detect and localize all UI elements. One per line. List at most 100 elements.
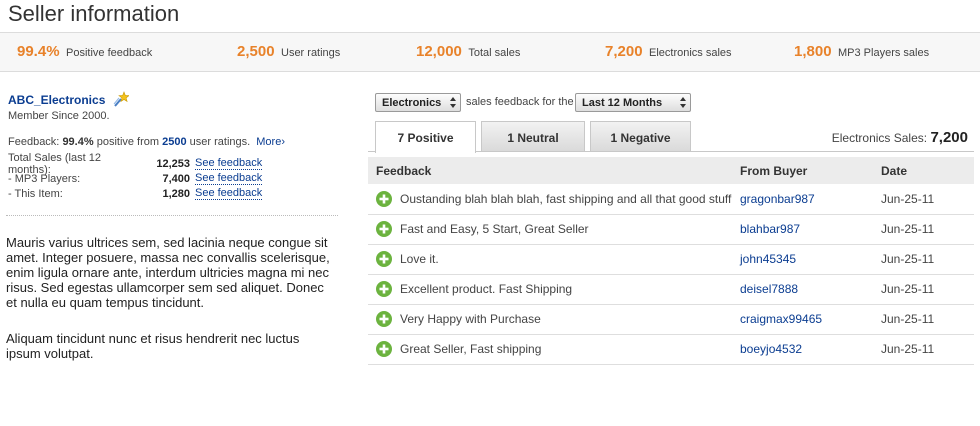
feedback-cell: Great Seller, Fast shipping — [368, 334, 740, 365]
sales-label: - MP3 Players: — [8, 172, 81, 185]
electronics-sales-label: Electronics Sales: — [831, 131, 928, 145]
feedback-text: Great Seller, Fast shipping — [400, 342, 542, 356]
buyer-cell: craigmax99465 — [740, 304, 881, 335]
feedback-cell: Love it. — [368, 244, 740, 275]
plus-circle-icon — [376, 311, 392, 327]
see-feedback-link[interactable]: See feedback — [195, 187, 263, 200]
description-paragraph: Aliquam tincidunt nunc et risus hendreri… — [6, 331, 300, 361]
select-arrows-icon — [680, 97, 686, 109]
plus-circle-icon — [376, 190, 392, 207]
section-divider — [6, 215, 338, 216]
period-select[interactable]: Last 12 Months — [575, 93, 691, 112]
table-row: Love it. john45345 Jun-25-11 — [368, 244, 974, 275]
buyer-cell: blahbar987 — [740, 214, 881, 245]
plus-circle-icon — [376, 221, 392, 237]
buyer-link[interactable]: gragonbar987 — [740, 192, 815, 206]
feedback-text: Excellent product. Fast Shipping — [400, 282, 573, 296]
date-cell: Jun-25-11 — [881, 304, 974, 335]
table-row: Excellent product. Fast Shipping deisel78… — [368, 274, 974, 305]
stat-value: 12,000 — [416, 43, 462, 60]
stat-label: MP3 Players sales — [838, 47, 930, 59]
seller-header: ABC_Electronics — [8, 91, 338, 109]
page-title: Seller information — [8, 1, 180, 26]
sales-breakdown: Total Sales (last 12 months): 12,253 See… — [8, 152, 338, 201]
electronics-sales-summary: Electronics Sales: 7,200 — [832, 129, 968, 146]
sales-value: 7,400 — [162, 172, 190, 185]
table-row: Great Seller, Fast shipping boeyjo4532 Jun… — [368, 334, 974, 365]
column-header-feedback: Feedback — [368, 157, 740, 184]
feedback-table: Feedback From Buyer Date Oustanding blah… — [368, 157, 974, 365]
tab-positive[interactable]: 7 Positive — [375, 121, 476, 153]
feedback-prefix: Feedback: — [8, 136, 60, 148]
feedback-text: Very Happy with Purchase — [400, 312, 541, 326]
buyer-link[interactable]: boeyjo4532 — [740, 342, 802, 356]
select-arrows-icon — [450, 97, 456, 109]
stat-label: Positive feedback — [66, 47, 153, 59]
feedback-text: Oustanding blah blah blah, fast shipping… — [400, 191, 732, 206]
table-row: Fast and Easy, 5 Start, Great Seller blah… — [368, 214, 974, 245]
seller-summary: ABC_Electronics Member Since 2000. Feedb… — [8, 91, 338, 201]
plus-circle-icon — [376, 341, 392, 357]
buyer-link[interactable]: john45345 — [740, 252, 796, 266]
feedback-text: Love it. — [400, 252, 439, 266]
period-select-value: Last 12 Months — [582, 97, 663, 109]
member-since: Member Since 2000. — [8, 110, 110, 122]
see-feedback-link[interactable]: See feedback — [195, 157, 263, 170]
sales-row: Total Sales (last 12 months): 12,253 See… — [8, 152, 338, 176]
buyer-cell: boeyjo4532 — [740, 334, 881, 365]
feedback-suffix: user ratings. — [189, 136, 251, 148]
buyer-link[interactable]: blahbar987 — [740, 222, 800, 236]
tab-negative[interactable]: 1 Negative — [590, 121, 691, 152]
sales-value: 12,253 — [156, 157, 190, 170]
stats-bar: 99.4% Positive feedback 2,500 User ratin… — [0, 32, 980, 72]
stat-value: 1,800 — [794, 43, 832, 60]
sales-label: - This Item: — [8, 187, 63, 200]
table-row: Very Happy with Purchase craigmax99465 Jun… — [368, 304, 974, 335]
see-feedback-link[interactable]: See feedback — [195, 172, 263, 185]
stat-electronics-sales: 7,200 Electronics sales — [605, 43, 732, 61]
stat-value: 7,200 — [605, 43, 643, 60]
date-cell: Jun-25-11 — [881, 214, 974, 245]
table-header-row: Feedback From Buyer Date — [368, 157, 974, 184]
description-paragraph: Mauris varius ultrices sem, sed lacinia … — [6, 235, 330, 310]
stat-positive-feedback: 99.4% Positive feedback — [17, 43, 152, 61]
seller-name-link[interactable]: ABC_Electronics — [8, 93, 105, 107]
stat-mp3-sales: 1,800 MP3 Players sales — [794, 43, 929, 61]
sales-row: - This Item: 1,280 See feedback — [8, 186, 338, 201]
stat-label: Electronics sales — [649, 47, 732, 59]
category-select[interactable]: Electronics — [375, 93, 461, 112]
column-header-date: Date — [881, 157, 974, 184]
shooting-star-icon — [113, 91, 130, 107]
stat-value: 2,500 — [237, 43, 275, 60]
buyer-cell: deisel7888 — [740, 274, 881, 305]
feedback-summary: Feedback: 99.4% positive from 2500 user … — [8, 136, 338, 148]
date-cell: Jun-25-11 — [881, 184, 974, 215]
feedback-mid: positive from — [96, 136, 160, 148]
plus-circle-icon — [376, 281, 392, 297]
feedback-cell: Oustanding blah blah blah, fast shipping… — [368, 184, 740, 215]
plus-circle-icon — [376, 251, 392, 267]
date-cell: Jun-25-11 — [881, 334, 974, 365]
buyer-cell: gragonbar987 — [740, 184, 881, 215]
more-label: More — [256, 136, 282, 148]
electronics-sales-value: 7,200 — [930, 129, 968, 146]
buyer-cell: john45345 — [740, 244, 881, 275]
feedback-text: Fast and Easy, 5 Start, Great Seller — [400, 222, 589, 236]
column-header-buyer: From Buyer — [740, 157, 881, 184]
more-link[interactable]: More› — [256, 136, 285, 148]
stat-label: User ratings — [281, 47, 341, 59]
date-cell: Jun-25-11 — [881, 274, 974, 305]
table-row: Oustanding blah blah blah, fast shipping… — [368, 184, 974, 215]
buyer-link[interactable]: deisel7888 — [740, 282, 798, 296]
category-select-value: Electronics — [382, 97, 442, 109]
tab-neutral[interactable]: 1 Neutral — [481, 121, 585, 152]
stat-label: Total sales — [468, 47, 521, 59]
chevron-right-icon: › — [281, 136, 285, 148]
stat-user-ratings: 2,500 User ratings — [237, 43, 340, 61]
filter-between-text: sales feedback for the — [466, 96, 574, 108]
buyer-link[interactable]: craigmax99465 — [740, 312, 822, 326]
stat-value: 99.4% — [17, 43, 60, 60]
sales-value: 1,280 — [162, 187, 190, 200]
sales-row: - MP3 Players: 7,400 See feedback — [8, 171, 338, 186]
stat-total-sales: 12,000 Total sales — [416, 43, 520, 61]
